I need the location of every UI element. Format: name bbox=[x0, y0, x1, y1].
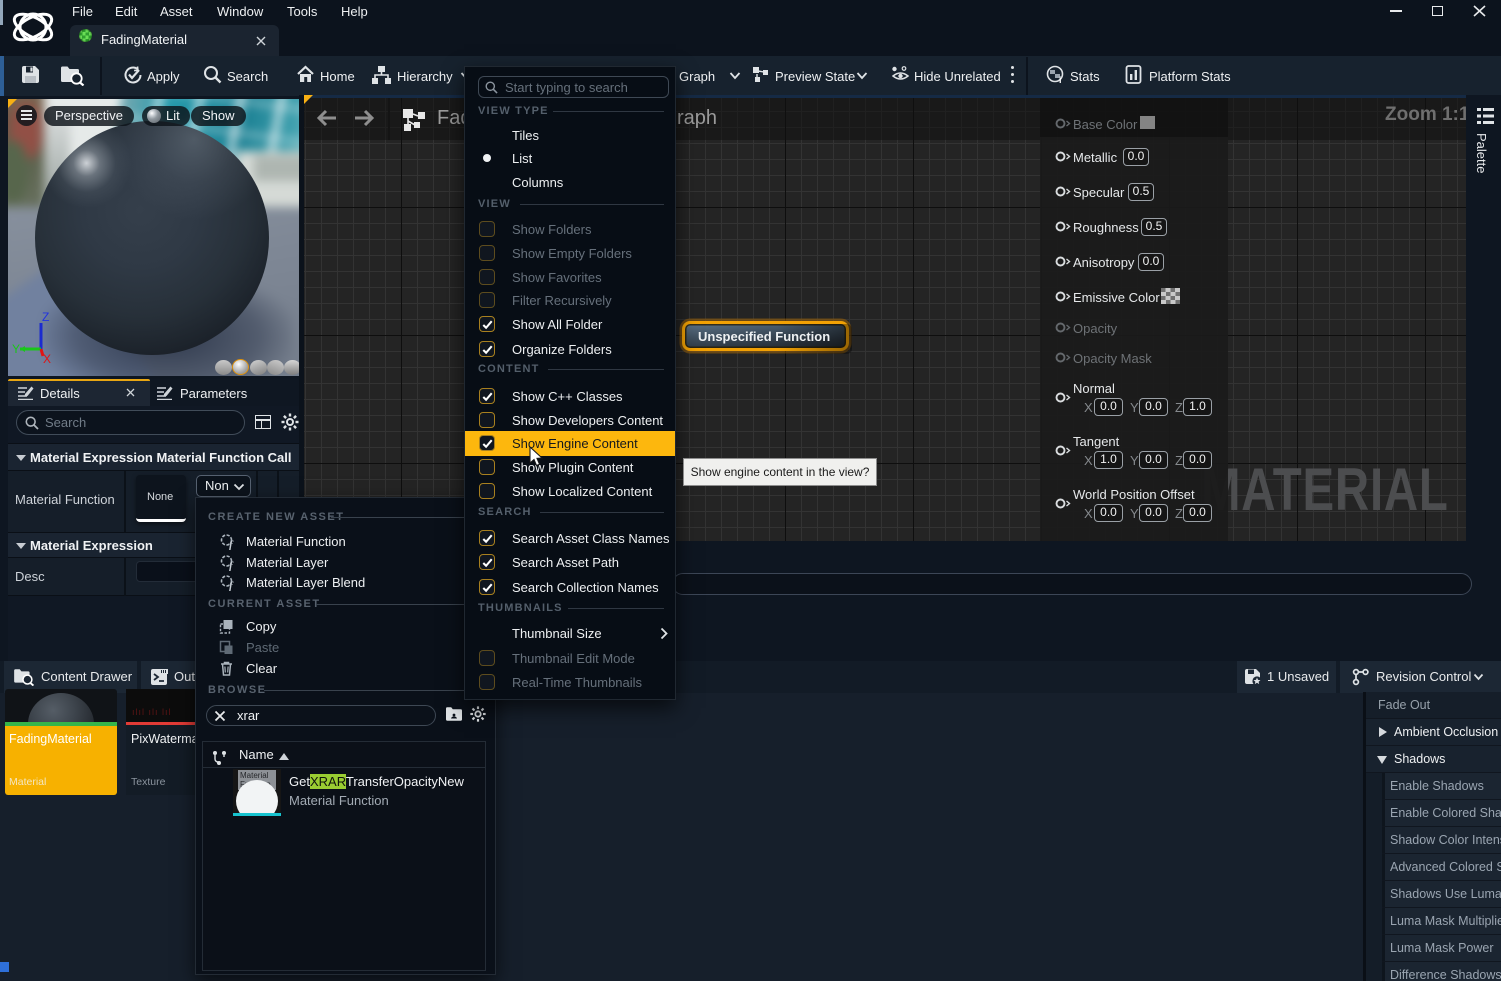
svg-text:f: f bbox=[229, 539, 234, 550]
svg-text:Y: Y bbox=[12, 342, 20, 356]
svg-text:Z: Z bbox=[42, 311, 49, 324]
svg-text:i: i bbox=[1059, 75, 1062, 85]
svg-text:X: X bbox=[43, 352, 51, 363]
svg-text:f: f bbox=[229, 580, 234, 591]
svg-text:f: f bbox=[229, 560, 234, 571]
